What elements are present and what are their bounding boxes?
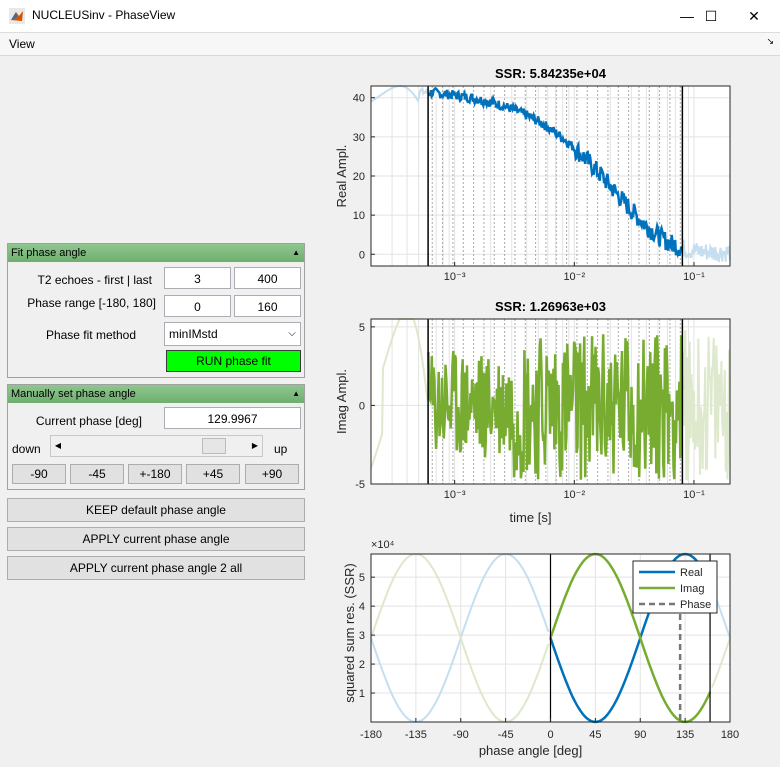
x-tick-label: -45 bbox=[498, 729, 514, 741]
x-tick-label: 10⁻³ bbox=[444, 489, 466, 501]
x-tick-label: 10⁻¹ bbox=[683, 271, 705, 283]
x-tick-label: 10⁻² bbox=[563, 489, 585, 501]
x-tick-label: -135 bbox=[405, 729, 427, 741]
x-axis-label: time [s] bbox=[510, 510, 552, 525]
x-tick-label: 90 bbox=[634, 729, 646, 741]
real-amplitude-plot[interactable]: 0 10 20 30 40 10⁻³ 10⁻² 10⁻¹ SSR: 5.84235e+04 Rea… bbox=[334, 66, 731, 283]
y-tick-label: 10 bbox=[353, 210, 365, 222]
y-tick-label: 3 bbox=[359, 630, 365, 642]
y-axis-label: squared sum res. (SSR) bbox=[342, 563, 357, 702]
legend-label: Phase bbox=[680, 599, 711, 611]
x-tick-label: 10⁻² bbox=[563, 271, 585, 283]
y-tick-label: 40 bbox=[353, 93, 365, 105]
plot-title: SSR: 1.26963e+03 bbox=[495, 299, 606, 314]
y-tick-label: 30 bbox=[353, 132, 365, 144]
ssr-vs-phase-plot[interactable]: -180 -135 -90 -45 0 45 90 135 18012345×10⁴square… bbox=[342, 539, 739, 758]
plot-title: SSR: 5.84235e+04 bbox=[495, 66, 607, 81]
x-tick-label: 135 bbox=[676, 729, 694, 741]
legend: Real Imag Phase bbox=[632, 560, 718, 614]
y-axis-label: Imag Ampl. bbox=[334, 369, 349, 434]
y-tick-label: 2 bbox=[359, 659, 365, 671]
y-tick-label: 5 bbox=[359, 572, 365, 584]
x-tick-label: 180 bbox=[721, 729, 739, 741]
legend-label: Imag bbox=[680, 583, 704, 595]
y-tick-label: 0 bbox=[359, 249, 365, 261]
x-tick-label: 10⁻³ bbox=[444, 271, 466, 283]
y-tick-label: 5 bbox=[359, 322, 365, 334]
x-tick-label: -180 bbox=[360, 729, 382, 741]
y-tick-label: 20 bbox=[353, 171, 365, 183]
plots-area: 01020304010⁻³ 10⁻² 10⁻¹SSR: 5.84235e+04Rea… bbox=[334, 66, 739, 758]
y-tick-label: 4 bbox=[359, 601, 365, 613]
y-tick-label: -5 bbox=[355, 479, 365, 491]
y-tick-label: 0 bbox=[359, 400, 365, 412]
y-tick-label: 1 bbox=[359, 688, 365, 700]
x-tick-label: 0 bbox=[547, 729, 553, 741]
x-tick-label: -90 bbox=[453, 729, 469, 741]
x-tick-label: 10⁻¹ bbox=[683, 489, 705, 501]
x-tick-label: 45 bbox=[589, 729, 601, 741]
y-axis-label: Real Ampl. bbox=[334, 145, 349, 208]
exponent-label: ×10⁴ bbox=[371, 539, 395, 551]
imag-amplitude-plot[interactable]: -5 0 5 10⁻³ 10⁻² 10⁻¹ SSR: 1.26963e+03 Imag Amp… bbox=[334, 299, 731, 525]
x-axis-label: phase angle [deg] bbox=[479, 743, 582, 758]
legend-label: Real bbox=[680, 567, 703, 579]
